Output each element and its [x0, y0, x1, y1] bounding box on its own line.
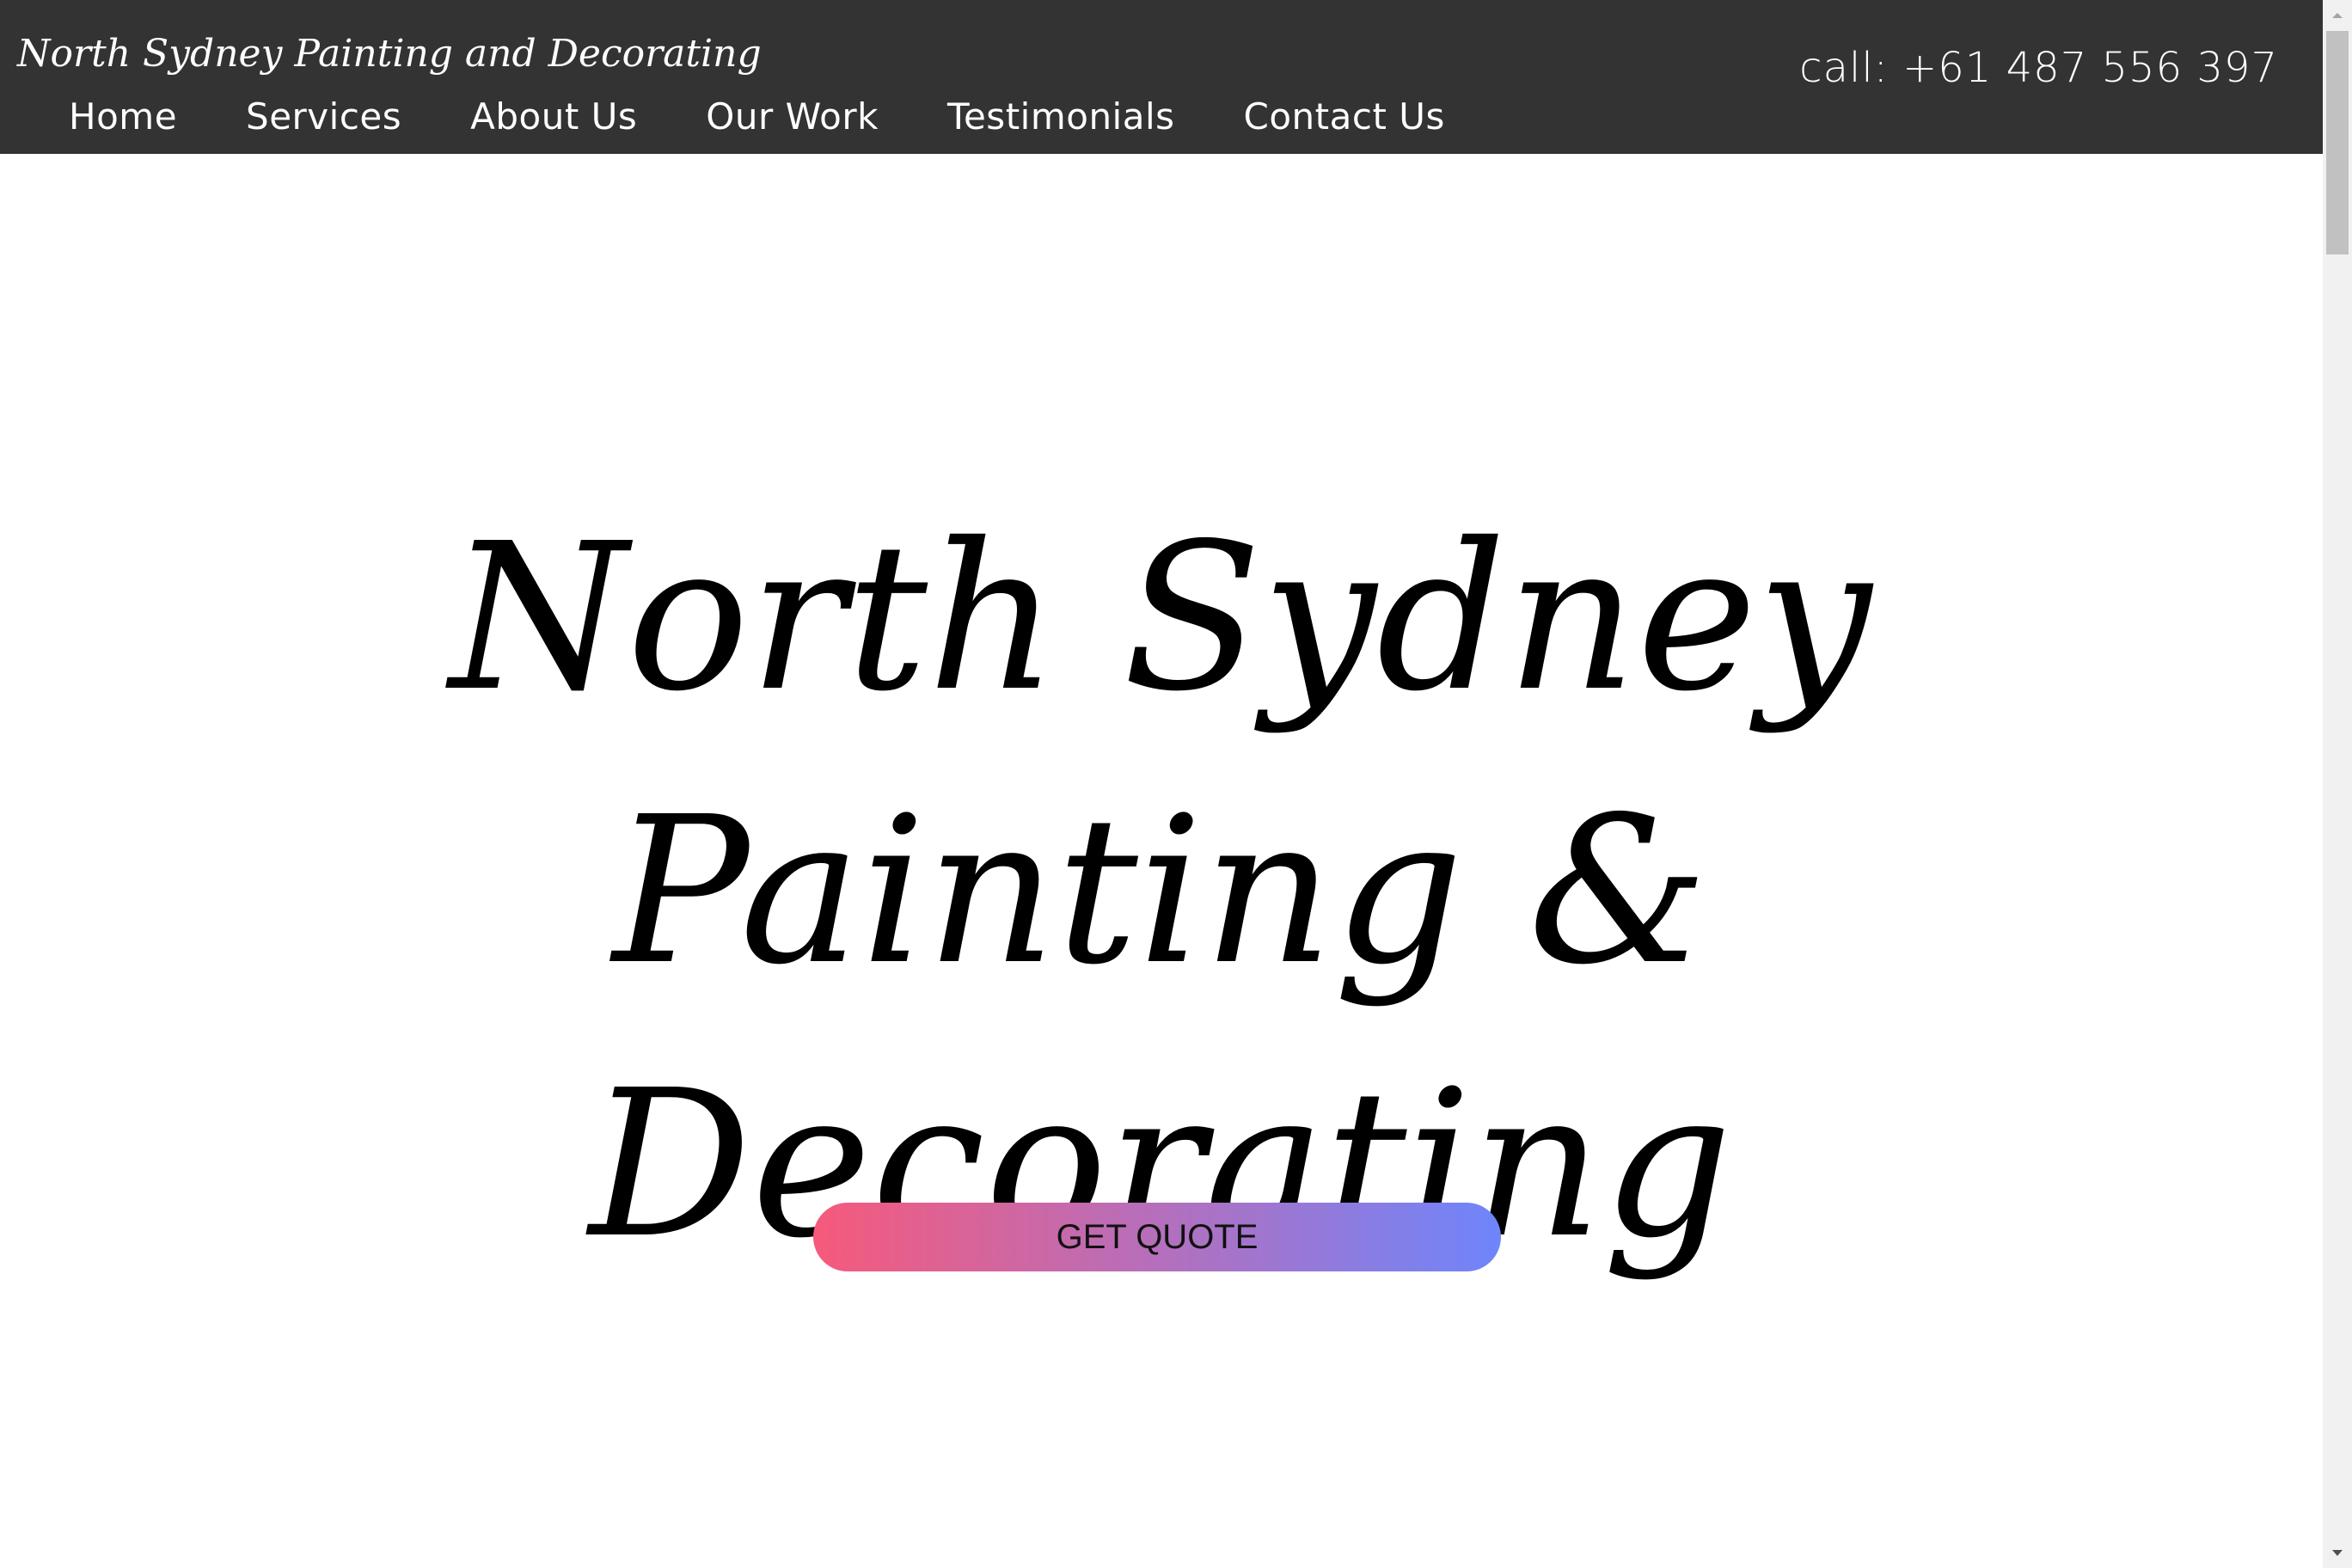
nav-item-testimonials[interactable]: Testimonials — [947, 89, 1175, 144]
page: North Sydney Painting and Decorating cal… — [0, 0, 2352, 1568]
nav-item-about-us[interactable]: About Us — [470, 89, 637, 144]
chevron-down-icon[interactable] — [2323, 1539, 2352, 1568]
site-logo-text[interactable]: North Sydney Painting and Decorating — [17, 24, 762, 84]
scrollbar-thumb[interactable] — [2326, 31, 2349, 254]
main-nav: Home Services About Us Our Work Testimon… — [69, 89, 1445, 144]
chevron-up-icon[interactable] — [2323, 0, 2352, 29]
vertical-scrollbar[interactable] — [2323, 0, 2352, 1568]
nav-item-services[interactable]: Services — [246, 89, 401, 144]
nav-item-home[interactable]: Home — [69, 89, 177, 144]
nav-item-contact-us[interactable]: Contact Us — [1244, 89, 1445, 144]
get-quote-button[interactable]: GET QUOTE — [813, 1203, 1501, 1271]
nav-item-our-work[interactable]: Our Work — [706, 89, 879, 144]
hero-title: North Sydney Painting & Decorating — [449, 499, 1872, 1283]
phone-number[interactable]: call: +61 487 556 397 — [1799, 36, 2278, 100]
site-header: North Sydney Painting and Decorating cal… — [0, 0, 2323, 154]
